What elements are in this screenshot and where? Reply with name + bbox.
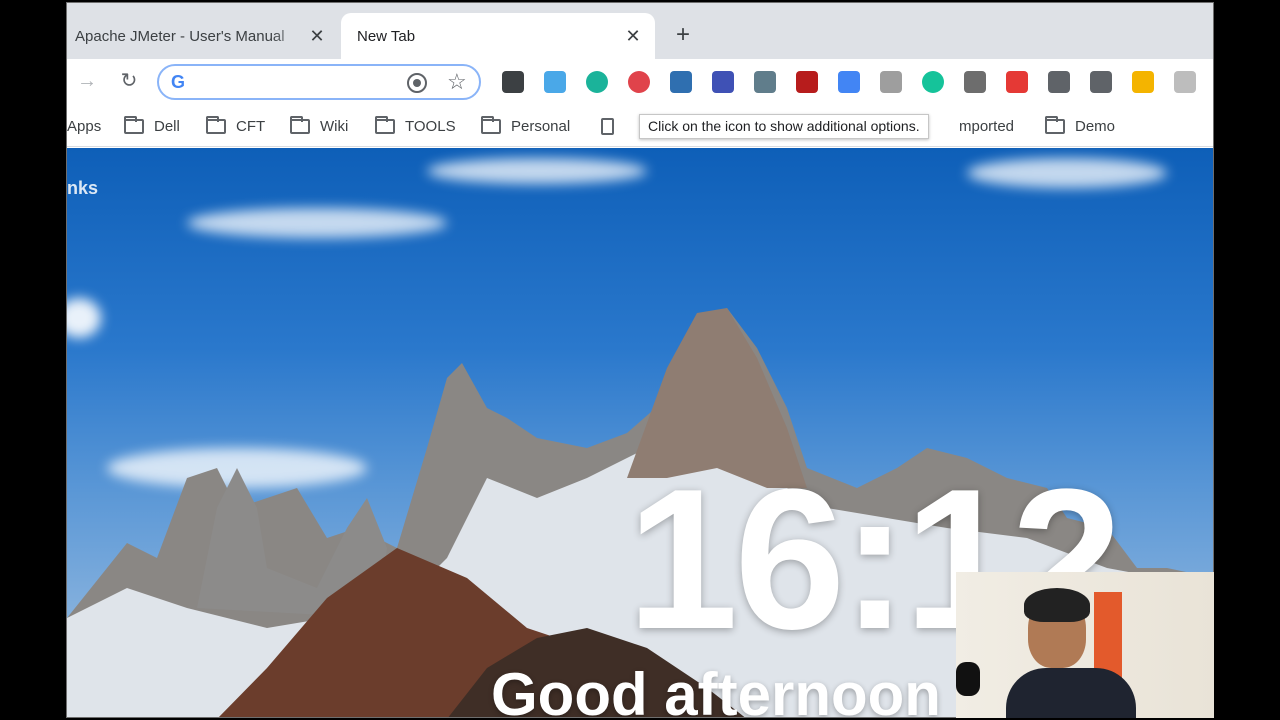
bookmark-page[interactable]: [601, 116, 614, 136]
bookmark-label: CFT: [236, 117, 266, 135]
toolbar: → ↻ G ☆: [67, 59, 1213, 105]
red-tag-extension-icon[interactable]: [628, 71, 650, 93]
presenter-body: [1006, 668, 1136, 718]
file-icon: [601, 117, 614, 135]
notes-extension-icon[interactable]: [1174, 71, 1196, 93]
tab-title: Apache JMeter - User's Manual: [75, 27, 285, 45]
webcam-overlay: [956, 572, 1214, 718]
screen-capture-extension-icon[interactable]: [502, 71, 524, 93]
address-bar[interactable]: G ☆: [157, 64, 481, 100]
forward-button[interactable]: →: [73, 67, 101, 95]
reload-button[interactable]: ↻: [115, 67, 143, 95]
bookmark-apps[interactable]: Apps: [67, 116, 101, 136]
folder-icon: [1045, 115, 1065, 134]
diamond-extension-icon[interactable]: [964, 71, 986, 93]
star-icon[interactable]: ☆: [447, 69, 467, 95]
calendar-extension-icon[interactable]: [1132, 71, 1154, 93]
folder-icon: [290, 115, 310, 134]
links-label[interactable]: nks: [67, 178, 98, 199]
microphone-icon: [956, 662, 980, 696]
s-extension-icon[interactable]: [544, 71, 566, 93]
address-input[interactable]: [199, 70, 399, 94]
tab-jmeter-manual[interactable]: Apache JMeter - User's Manual ✕: [67, 13, 339, 59]
folder-icon: [206, 115, 226, 134]
bookmark-label: Apps: [67, 117, 102, 135]
bookmark-label: Demo: [1075, 117, 1116, 135]
bookmark-dell[interactable]: Dell: [124, 115, 180, 136]
close-icon[interactable]: ✕: [307, 26, 327, 46]
tab-title: New Tab: [357, 27, 416, 45]
bookmark-label: Wiki: [320, 117, 349, 135]
location-icon[interactable]: [407, 73, 427, 93]
google-translate-extension-icon[interactable]: [838, 71, 860, 93]
grammarly-extension-icon[interactable]: [922, 71, 944, 93]
bookmark-cft[interactable]: CFT: [206, 115, 266, 136]
bookmark-label: mported: [959, 117, 1015, 135]
percent-extension-icon[interactable]: [1006, 71, 1028, 93]
bookmark-label: Personal: [511, 117, 571, 135]
presenter-hair: [1024, 588, 1090, 622]
printer-extension-icon[interactable]: [670, 71, 692, 93]
bookmark-tools[interactable]: TOOLS: [375, 115, 456, 136]
bookmark-personal[interactable]: Personal: [481, 115, 571, 136]
function-extension-icon[interactable]: [1048, 71, 1070, 93]
folder-icon: [481, 115, 501, 134]
bookmark-label: Dell: [154, 117, 180, 135]
folder-icon: [124, 115, 144, 134]
new-tab-button[interactable]: +: [671, 23, 695, 47]
google-icon: G: [171, 72, 186, 92]
bookmark-demo[interactable]: Demo: [1045, 115, 1116, 136]
tab-strip: Apache JMeter - User's Manual ✕ New Tab …: [67, 3, 1213, 59]
tab-new-tab[interactable]: New Tab ✕: [341, 13, 655, 59]
eyedropper-extension-icon[interactable]: [1090, 71, 1112, 93]
ruler-extension-icon[interactable]: [712, 71, 734, 93]
folder-icon: [375, 115, 395, 134]
tb-extension-icon[interactable]: [880, 71, 902, 93]
magnifier-extension-icon[interactable]: [754, 71, 776, 93]
bookmark-wiki[interactable]: Wiki: [290, 115, 349, 136]
greeting: Good afternoon: [491, 661, 941, 718]
green-circle-extension-icon[interactable]: [586, 71, 608, 93]
extension-tooltip: Click on the icon to show additional opt…: [639, 114, 929, 139]
close-icon[interactable]: ✕: [623, 26, 643, 46]
bookmark-imported[interactable]: mported: [959, 116, 1014, 136]
chess-pawn-extension-icon[interactable]: [796, 71, 818, 93]
bookmark-label: TOOLS: [405, 117, 456, 135]
bookmarks-bar: Apps Dell CFT Wiki TOOLS Personal mporte…: [67, 105, 1213, 147]
